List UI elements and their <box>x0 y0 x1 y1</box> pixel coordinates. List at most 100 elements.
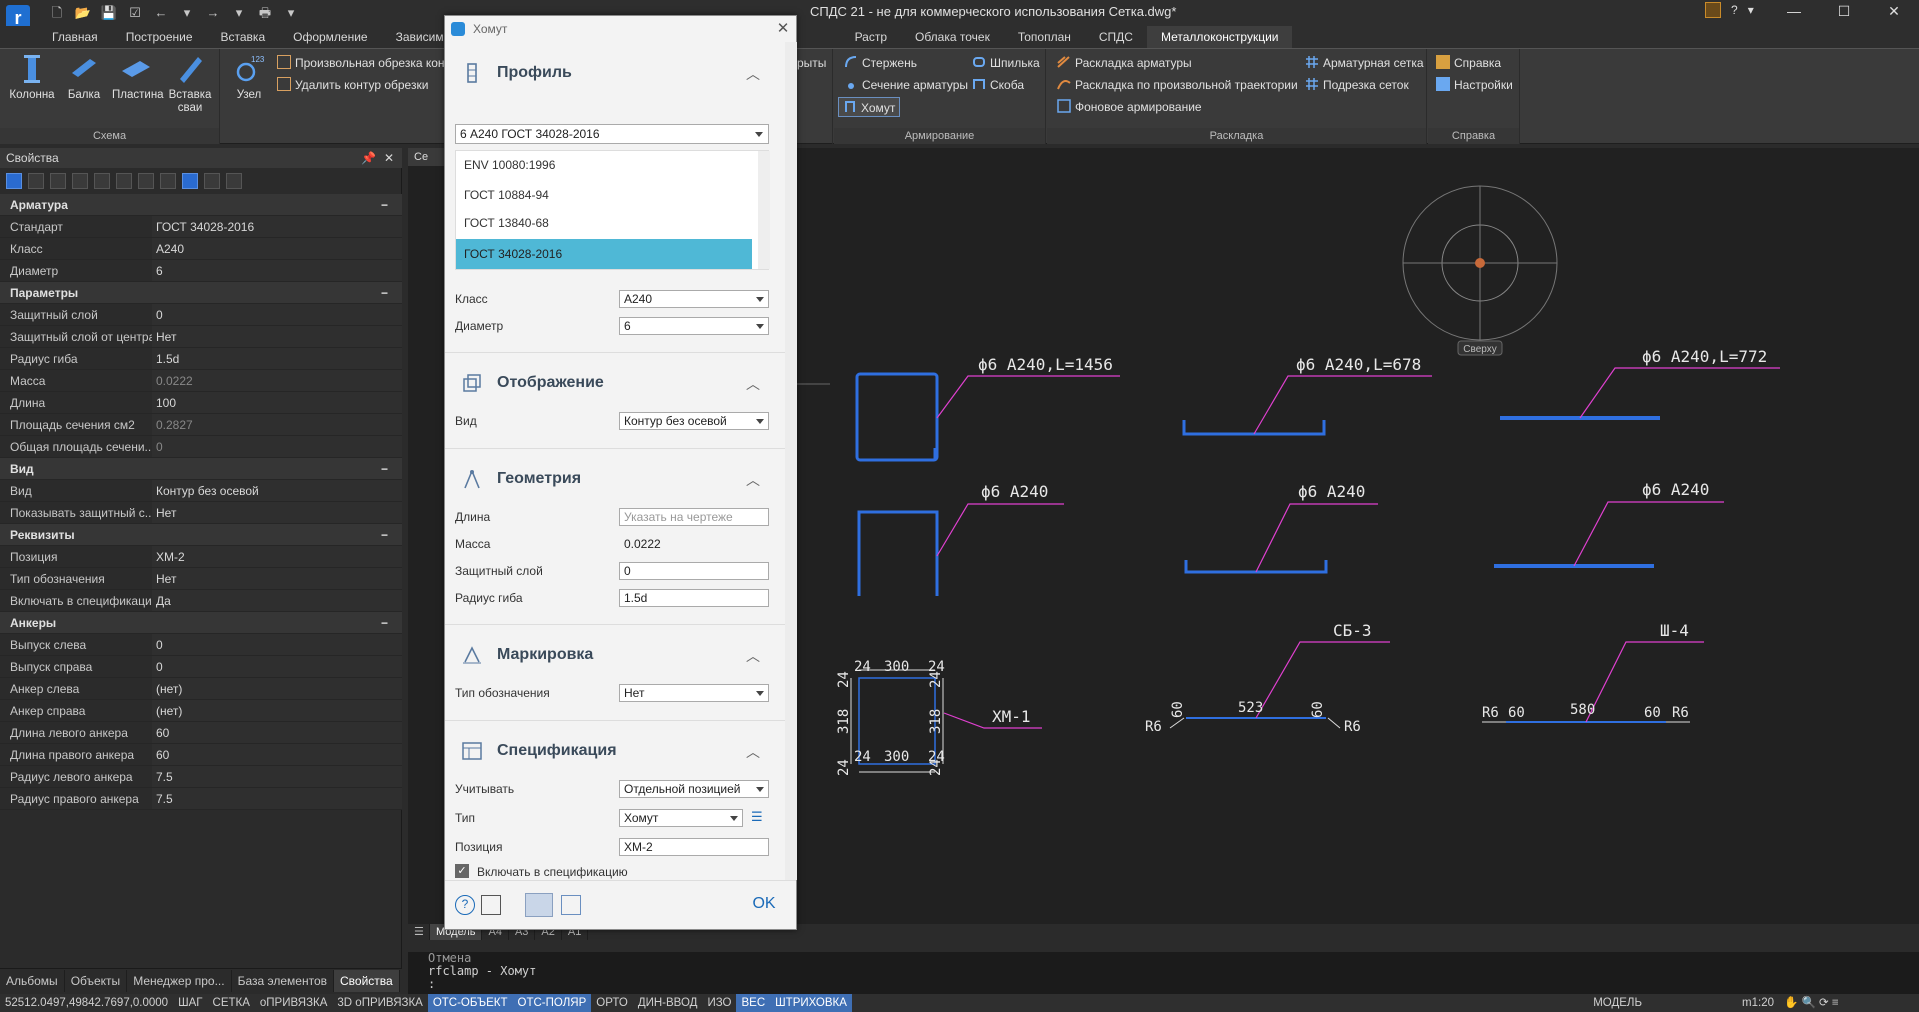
type-edit-icon[interactable]: ☰ <box>751 809 767 825</box>
property-value[interactable]: 0 <box>152 634 402 655</box>
standard-combobox[interactable]: 6 А240 ГОСТ 34028-2016 <box>455 124 769 144</box>
add-to-selection-icon[interactable] <box>6 173 22 189</box>
ok-button[interactable]: OK <box>741 893 787 915</box>
property-row[interactable]: Стандарт ГОСТ 34028-2016 <box>0 216 402 238</box>
property-row[interactable]: Защитный слой от центра Нет <box>0 326 402 348</box>
beam-button[interactable]: Балка <box>60 53 108 102</box>
property-value[interactable]: А240 <box>152 238 402 259</box>
toggle-ortho[interactable]: ОРТО <box>591 994 633 1012</box>
property-value[interactable]: (нет) <box>152 700 402 721</box>
collapse-minus-icon[interactable]: − <box>381 282 388 303</box>
property-value[interactable]: 0 <box>152 656 402 677</box>
clamp-closed-shape[interactable] <box>855 372 939 462</box>
plate-button[interactable]: Пластина <box>112 53 164 102</box>
select-similar-icon[interactable] <box>94 173 110 189</box>
section-geometry-header[interactable]: Геометрия ︿ <box>445 458 785 498</box>
save-all-icon[interactable]: ☑ <box>126 4 144 22</box>
property-row[interactable]: Масса 0.0222 <box>0 370 402 392</box>
select-objects-icon[interactable] <box>28 173 44 189</box>
collapse-minus-icon[interactable]: − <box>381 458 388 479</box>
property-value[interactable]: ГОСТ 34028-2016 <box>152 216 402 237</box>
bar-sb-shape-2[interactable] <box>1184 560 1328 574</box>
collapse-minus-icon[interactable]: − <box>381 612 388 633</box>
mesh-trim-button[interactable]: Подрезка сеток <box>1305 75 1409 95</box>
tab-format[interactable]: Оформление <box>279 26 381 48</box>
toggle-dyn[interactable]: ДИН-ВВОД <box>633 994 703 1012</box>
property-value[interactable]: Нет <box>152 568 402 589</box>
property-row[interactable]: Выпуск справа 0 <box>0 656 402 678</box>
rebar-mesh-button[interactable]: Арматурная сетка <box>1305 53 1424 73</box>
property-category[interactable]: Анкеры − <box>0 612 402 634</box>
property-value[interactable]: Нет <box>152 326 402 347</box>
toggle-grid[interactable]: СЕТКА <box>208 994 255 1012</box>
tab-pointclouds[interactable]: Облака точек <box>901 26 1004 48</box>
tab-objects[interactable]: Объекты <box>65 969 128 992</box>
undo-icon[interactable]: ← <box>152 4 170 22</box>
property-value[interactable]: Да <box>152 590 402 611</box>
filter-icon[interactable] <box>116 173 132 189</box>
delete-clip-button[interactable]: Удалить контур обрезки <box>277 75 428 95</box>
property-row[interactable]: Выпуск слева 0 <box>0 634 402 656</box>
tab-topoplan[interactable]: Топоплан <box>1004 26 1085 48</box>
tab-albums[interactable]: Альбомы <box>0 969 65 992</box>
column-button[interactable]: Колонна <box>8 53 56 102</box>
property-value[interactable]: 1.5d <box>152 348 402 369</box>
redo-icon[interactable]: → <box>204 4 222 22</box>
new-file-icon[interactable]: 🗋 <box>48 4 66 22</box>
toggle-polar[interactable]: ОТС-ПОЛЯР <box>512 994 592 1012</box>
select-frame-icon[interactable] <box>50 173 66 189</box>
collapse-minus-icon[interactable]: − <box>381 194 388 215</box>
property-row[interactable]: Длина 100 <box>0 392 402 414</box>
toggle-hatch[interactable]: ШТРИХОВКА <box>770 994 852 1012</box>
select-window-icon[interactable] <box>72 173 88 189</box>
print-icon[interactable]: 🖶 <box>256 4 274 22</box>
close-button[interactable]: ✕ <box>1869 0 1919 22</box>
toggle-osnap[interactable]: оПРИВЯЗКА <box>255 994 333 1012</box>
property-row[interactable]: Класс А240 <box>0 238 402 260</box>
dialog-titlebar[interactable]: Хомут <box>445 16 796 42</box>
minimize-button[interactable]: — <box>1769 0 1819 22</box>
property-row[interactable]: Диаметр 6 <box>0 260 402 282</box>
clamp-button[interactable]: Хомут <box>838 97 901 117</box>
tab-properties[interactable]: Свойства <box>334 969 400 992</box>
quick-select-icon[interactable] <box>138 173 154 189</box>
command-line[interactable]: Отмена rfclamp - Хомут : <box>408 952 1919 994</box>
property-value[interactable]: 6 <box>152 260 402 281</box>
save-icon[interactable]: 💾 <box>100 4 118 22</box>
list-item[interactable]: ENV 10080:1996 <box>456 151 752 179</box>
property-category[interactable]: Реквизиты − <box>0 524 402 546</box>
close-panel-icon[interactable]: ✕ <box>384 148 394 168</box>
rebar-layout-button[interactable]: Раскладка арматуры <box>1057 53 1192 73</box>
scale-indicator[interactable]: m1:20 <box>1737 994 1779 1012</box>
tab-build[interactable]: Построение <box>112 26 207 48</box>
node-button[interactable]: 123 Узел <box>225 53 273 102</box>
include-spec-checkbox[interactable]: ✓ <box>455 864 469 878</box>
tab-manager[interactable]: Менеджер про... <box>127 969 232 992</box>
help-circle-icon[interactable] <box>226 173 242 189</box>
property-row[interactable]: Общая площадь сечени... 0 <box>0 436 402 458</box>
property-value[interactable]: Нет <box>152 502 402 523</box>
dialog-close-button[interactable]: ✕ <box>773 19 793 39</box>
property-row[interactable]: Радиус гиба 1.5d <box>0 348 402 370</box>
property-row[interactable]: Анкер слева (нет) <box>0 678 402 700</box>
property-row[interactable]: Защитный слой 0 <box>0 304 402 326</box>
collapse-chevron-icon[interactable]: ︿ <box>745 64 761 82</box>
length-input[interactable]: Указать на чертеже <box>619 508 769 526</box>
type-combobox[interactable]: Хомут <box>619 809 743 827</box>
spec-settings-icon[interactable] <box>481 895 501 915</box>
list-item[interactable]: ГОСТ 10884-94 <box>456 181 752 209</box>
property-category[interactable]: Арматура − <box>0 194 402 216</box>
section-display-header[interactable]: Отображение ︿ <box>445 362 785 402</box>
account-combobox[interactable]: Отдельной позицией <box>619 780 769 798</box>
tab-raster[interactable]: Растр <box>841 26 901 48</box>
property-category[interactable]: Вид − <box>0 458 402 480</box>
tab-home[interactable]: Главная <box>38 26 112 48</box>
collapse-chevron-icon[interactable]: ︿ <box>745 374 761 392</box>
copy-properties-icon[interactable] <box>561 895 581 915</box>
collapse-chevron-icon[interactable]: ︿ <box>745 646 761 664</box>
toggle-otrack[interactable]: ОТС-ОБЪЕКТ <box>427 994 513 1012</box>
toggle-iso[interactable]: ИЗО <box>702 994 736 1012</box>
workspace-icon[interactable] <box>1705 2 1721 18</box>
property-row[interactable]: Длина левого анкера 60 <box>0 722 402 744</box>
dialog-scrollbar[interactable] <box>785 42 797 880</box>
